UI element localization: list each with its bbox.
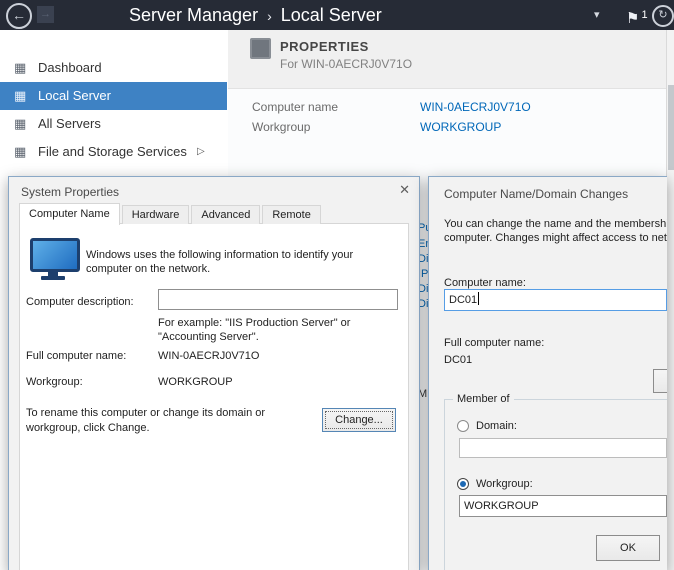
computer-description-label: Computer description: <box>26 296 134 308</box>
domain-input[interactable] <box>459 438 667 458</box>
dialog-title: Computer Name/Domain Changes <box>444 187 628 201</box>
computer-monitor-icon <box>30 238 76 282</box>
computer-name-label: Computer name: <box>444 277 526 289</box>
properties-subtitle: For WIN-0AECRJ0V71O <box>280 57 412 71</box>
dialog-title: System Properties <box>21 185 119 199</box>
sidebar-item-label: Dashboard <box>38 54 102 82</box>
sidebar-item-label: All Servers <box>38 110 101 138</box>
full-computer-name-value: DC01 <box>444 354 472 366</box>
description-example-line1: For example: "IIS Production Server" or <box>158 316 350 330</box>
computer-description-input[interactable] <box>158 289 398 310</box>
workgroup-radio[interactable] <box>457 478 469 490</box>
notifications-flag-button[interactable]: ⚑1 <box>626 0 648 30</box>
refresh-button[interactable]: ↻ <box>652 5 674 27</box>
tab-strip: Computer Name Hardware Advanced Remote <box>19 203 323 224</box>
system-properties-dialog: System Properties ✕ Computer Name Hardwa… <box>8 176 420 570</box>
rename-hint-line2: workgroup, click Change. <box>26 421 150 435</box>
workgroup-label: Workgroup: <box>26 376 83 388</box>
all-servers-icon: ▦ <box>14 117 26 131</box>
property-value-computer-name[interactable]: WIN-0AECRJ0V71O <box>420 100 531 114</box>
dialog-intro-line2: computer. Changes might affect access to… <box>444 231 667 245</box>
back-button[interactable]: ← <box>6 3 32 29</box>
forward-icon: → <box>40 8 51 20</box>
property-label-workgroup: Workgroup <box>252 120 310 134</box>
breadcrumb-current[interactable]: Local Server <box>281 5 382 25</box>
full-computer-name-value: WIN-0AECRJ0V71O <box>158 350 259 362</box>
refresh-icon: ↻ <box>658 9 667 21</box>
text-cursor <box>478 292 479 305</box>
server-manager-window: ← → Server Manager › Local Server ▾ ⚑1 ↻ ▦… <box>0 0 674 570</box>
intro-text: Windows uses the following information t… <box>86 248 388 276</box>
sidebar-item-label: Local Server <box>38 82 111 110</box>
breadcrumb-root[interactable]: Server Manager <box>129 5 258 25</box>
sidebar-item-local-server[interactable]: ▦ Local Server <box>0 82 227 110</box>
sidebar-item-dashboard[interactable]: ▦ Dashboard <box>0 54 227 82</box>
file-storage-icon: ▦ <box>14 145 26 159</box>
workgroup-radio-label: Workgroup: <box>476 478 533 490</box>
domain-radio-label: Domain: <box>476 420 517 432</box>
top-bar: ← → Server Manager › Local Server ▾ ⚑1 ↻ <box>0 0 674 30</box>
workgroup-value: WORKGROUP <box>158 376 233 388</box>
computer-name-input-text: DC01 <box>449 294 477 306</box>
tab-computer-name[interactable]: Computer Name <box>19 203 120 225</box>
dialog-intro-line1: You can change the name and the membersh… <box>444 217 667 231</box>
workgroup-input[interactable] <box>459 495 667 517</box>
ok-button[interactable]: OK <box>596 535 660 561</box>
properties-tile-icon <box>250 38 271 59</box>
computer-name-domain-changes-dialog: Computer Name/Domain Changes You can cha… <box>428 176 667 570</box>
member-of-label: Member of <box>453 393 514 405</box>
scrollbar-thumb[interactable] <box>668 85 674 170</box>
tab-remote[interactable]: Remote <box>262 205 321 224</box>
vertical-scrollbar[interactable] <box>666 30 674 570</box>
breadcrumb-separator: › <box>267 8 272 24</box>
back-icon: ← <box>12 7 26 23</box>
more-button-clipped[interactable] <box>653 369 667 393</box>
property-value-workgroup[interactable]: WORKGROUP <box>420 120 501 134</box>
close-icon[interactable]: ✕ <box>399 182 410 198</box>
flag-icon: ⚑ <box>626 10 639 27</box>
tab-hardware[interactable]: Hardware <box>122 205 190 224</box>
sidebar-item-label: File and Storage Services <box>38 138 187 166</box>
local-server-icon: ▦ <box>14 89 26 103</box>
rename-hint-line1: To rename this computer or change its do… <box>26 406 265 420</box>
breadcrumb: Server Manager › Local Server <box>129 0 382 30</box>
notification-count-badge: 1 <box>641 9 647 21</box>
full-computer-name-label: Full computer name: <box>444 337 544 349</box>
change-button[interactable]: Change... <box>322 408 396 432</box>
sidebar-item-all-servers[interactable]: ▦ All Servers <box>0 110 227 138</box>
forward-button[interactable]: → <box>37 6 54 23</box>
breadcrumb-caret-icon[interactable]: ▾ <box>594 0 600 30</box>
chevron-right-icon: ▷ <box>197 138 205 166</box>
property-label-computer-name: Computer name <box>252 100 338 114</box>
computer-name-input[interactable]: DC01 <box>444 289 667 311</box>
dashboard-icon: ▦ <box>14 61 26 75</box>
properties-title: PROPERTIES <box>280 39 369 54</box>
tab-advanced[interactable]: Advanced <box>191 205 260 224</box>
domain-radio[interactable] <box>457 420 469 432</box>
sidebar-item-file-storage-services[interactable]: ▦ File and Storage Services ▷ <box>0 138 227 166</box>
description-example-line2: "Accounting Server". <box>158 330 259 344</box>
computer-name-tab-page: Windows uses the following information t… <box>19 223 409 570</box>
full-computer-name-label: Full computer name: <box>26 350 126 362</box>
